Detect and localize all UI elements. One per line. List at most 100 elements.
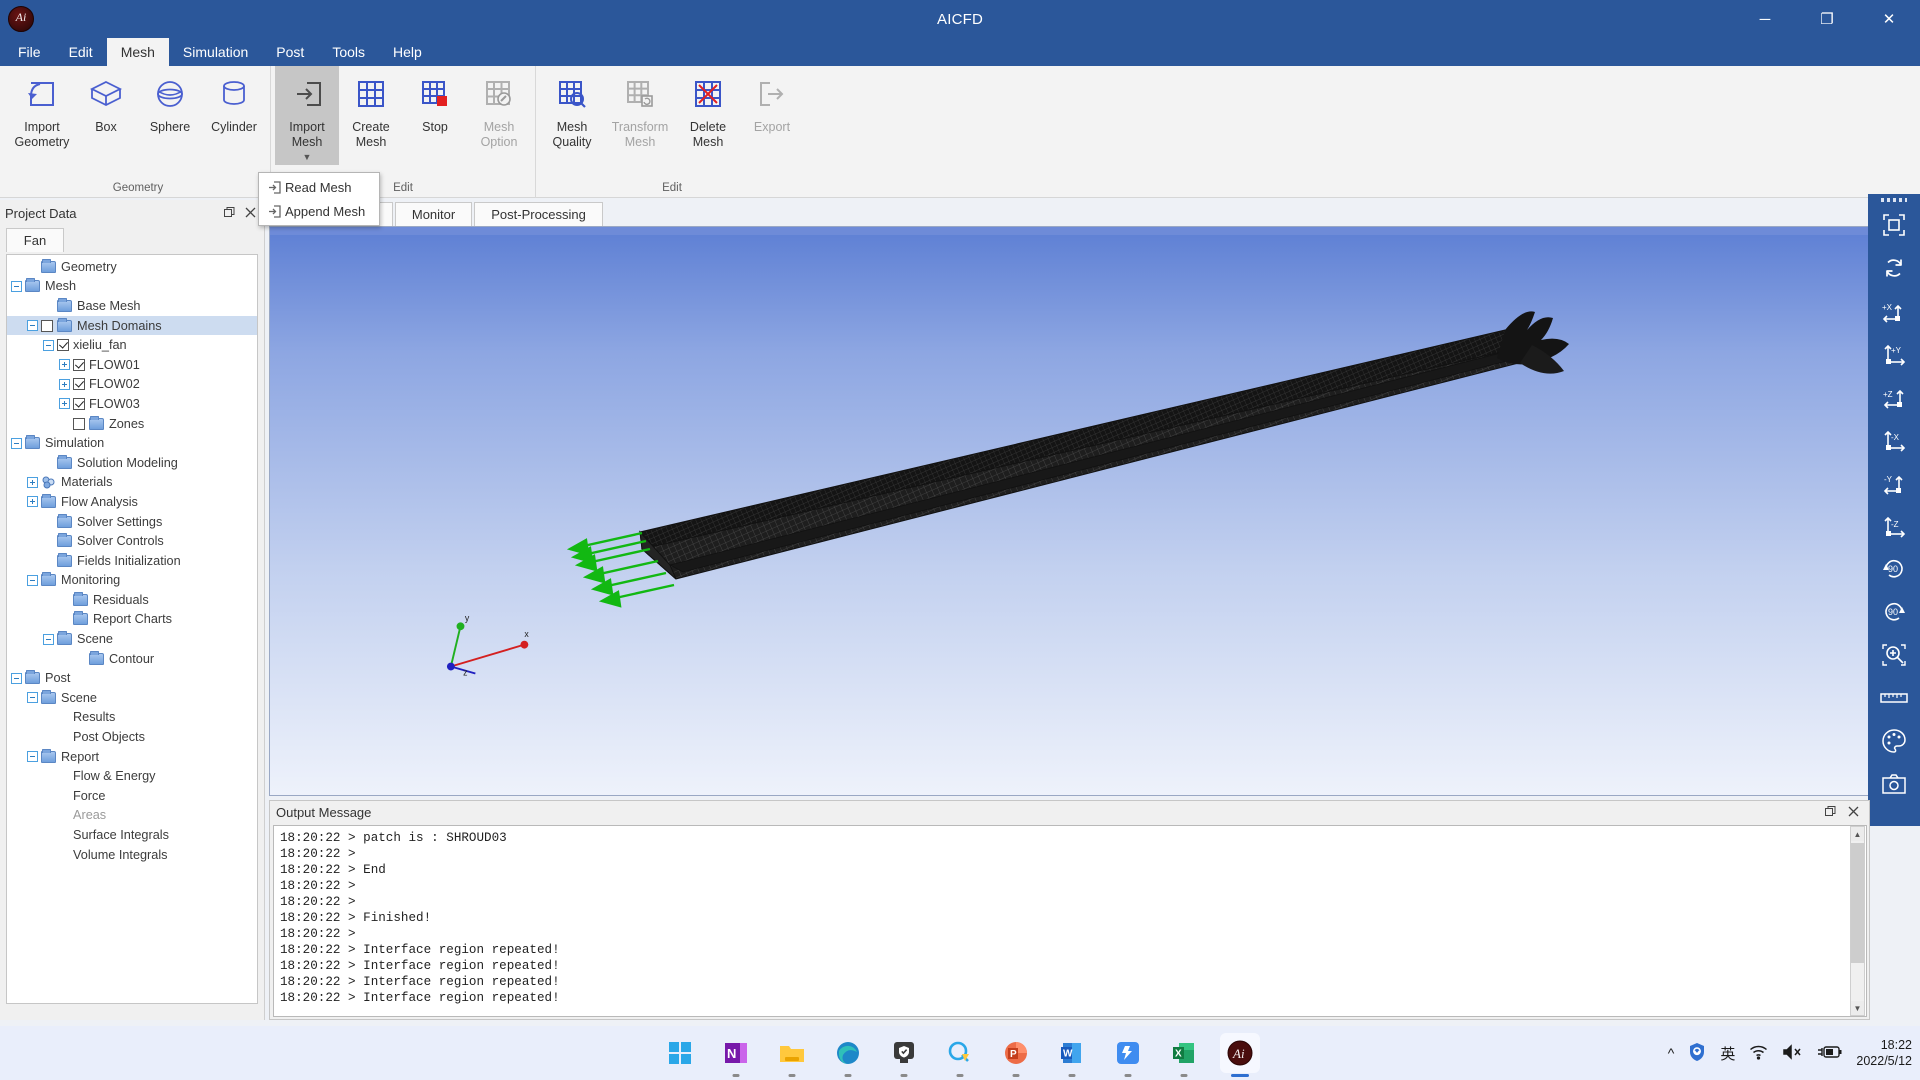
collapse-icon[interactable] [27, 751, 38, 763]
create-mesh-button[interactable]: Create Mesh [339, 66, 403, 160]
view-plus-x-icon[interactable]: +X [1877, 294, 1911, 328]
expand-icon[interactable] [59, 398, 70, 410]
view-minus-z-icon[interactable]: -Z [1877, 509, 1911, 543]
collapse-icon[interactable] [43, 633, 54, 645]
view-minus-x-icon[interactable]: -X [1877, 423, 1911, 457]
close-icon[interactable] [1848, 805, 1859, 820]
viewport-3d[interactable]: y x z [269, 226, 1870, 796]
expand-icon[interactable] [59, 378, 70, 390]
menu-post[interactable]: Post [262, 38, 318, 66]
powerpoint-icon[interactable]: P [996, 1033, 1036, 1077]
collapse-icon[interactable] [11, 280, 22, 292]
excel-icon[interactable]: X [1164, 1033, 1204, 1077]
ime-indicator[interactable]: 英 [1720, 1043, 1735, 1064]
security-shield-icon[interactable] [1688, 1042, 1706, 1065]
tree-checkbox[interactable] [73, 358, 85, 371]
tab-post-processing[interactable]: Post-Processing [474, 202, 603, 226]
rotate-90-cw-icon[interactable]: 90 [1877, 595, 1911, 629]
collapse-icon[interactable] [27, 574, 38, 586]
wps-icon[interactable] [1108, 1033, 1148, 1077]
tree-item-flow02[interactable]: FLOW02 [7, 375, 257, 395]
tree-item-post[interactable]: Post [7, 668, 257, 688]
chevron-down-icon[interactable]: ▼ [303, 150, 312, 165]
rotate-90-ccw-icon[interactable]: 90 [1877, 552, 1911, 586]
tree-item-report[interactable]: Report [7, 747, 257, 767]
tree-item-solver-controls[interactable]: Solver Controls [7, 531, 257, 551]
camera-icon[interactable] [1877, 767, 1911, 801]
minimize-button[interactable]: ─ [1734, 0, 1796, 38]
palette-icon[interactable] [1877, 724, 1911, 758]
zoom-box-icon[interactable] [1877, 638, 1911, 672]
battery-charging-icon[interactable] [1816, 1044, 1842, 1063]
tree-item-force[interactable]: Force [7, 786, 257, 806]
tree-checkbox[interactable] [73, 397, 85, 410]
volume-muted-icon[interactable] [1782, 1043, 1802, 1063]
scroll-up-arrow[interactable]: ▲ [1851, 827, 1864, 841]
collapse-icon[interactable] [27, 320, 38, 332]
start-icon[interactable] [660, 1033, 700, 1073]
tray-chevron-up-icon[interactable]: ^ [1668, 1045, 1675, 1061]
rotate-view-icon[interactable] [1877, 251, 1911, 285]
project-tree[interactable]: Geometry Mesh Base Mesh Mesh Domains xieliu_… [6, 254, 258, 1004]
menu-mesh[interactable]: Mesh [106, 38, 169, 66]
tree-checkbox[interactable] [73, 417, 85, 430]
tree-item-base-mesh[interactable]: Base Mesh [7, 296, 257, 316]
sphere-button[interactable]: Sphere [138, 66, 202, 160]
menu-item-append-mesh[interactable]: Append Mesh [259, 199, 379, 223]
tree-item-flow03[interactable]: FLOW03 [7, 394, 257, 414]
maximize-button[interactable]: ❐ [1796, 0, 1858, 38]
scroll-down-arrow[interactable]: ▼ [1851, 1001, 1864, 1015]
menu-tools[interactable]: Tools [318, 38, 379, 66]
tree-item-surface-integrals[interactable]: Surface Integrals [7, 825, 257, 845]
tree-checkbox[interactable] [41, 319, 53, 332]
tree-item-solution-modeling[interactable]: Solution Modeling [7, 453, 257, 473]
tab-monitor[interactable]: Monitor [394, 202, 473, 226]
fit-view-icon[interactable] [1877, 208, 1911, 242]
close-button[interactable]: ✕ [1858, 0, 1920, 38]
tree-item-contour[interactable]: Contour [7, 649, 257, 669]
collapse-icon[interactable] [27, 692, 38, 704]
collapse-icon[interactable] [11, 437, 22, 449]
scrollbar-thumb[interactable] [1851, 843, 1864, 963]
tree-item-report-charts[interactable]: Report Charts [7, 610, 257, 630]
ruler-icon[interactable] [1877, 681, 1911, 715]
tree-item-solver-settings[interactable]: Solver Settings [7, 512, 257, 532]
tree-item-simulation[interactable]: Simulation [7, 433, 257, 453]
qq-icon[interactable] [940, 1033, 980, 1077]
tree-item-flow-analysis[interactable]: Flow Analysis [7, 492, 257, 512]
project-tab-fan[interactable]: Fan [6, 228, 64, 252]
view-plus-y-icon[interactable]: +Y [1877, 337, 1911, 371]
tree-item-xieliu-fan[interactable]: xieliu_fan [7, 335, 257, 355]
export-mesh-button[interactable]: Export [740, 66, 804, 160]
tree-item-monitoring[interactable]: Monitoring [7, 571, 257, 591]
tree-item-zones[interactable]: Zones [7, 414, 257, 434]
toolbar-grip[interactable] [1881, 198, 1907, 202]
delete-mesh-button[interactable]: Delete Mesh [676, 66, 740, 160]
menu-edit[interactable]: Edit [55, 38, 107, 66]
collapse-icon[interactable] [11, 672, 22, 684]
security-icon[interactable] [884, 1033, 924, 1077]
cylinder-button[interactable]: Cylinder [202, 66, 266, 160]
tree-item-fields-initialization[interactable]: Fields Initialization [7, 551, 257, 571]
menu-simulation[interactable]: Simulation [169, 38, 262, 66]
tree-item-flow-energy[interactable]: Flow & Energy [7, 766, 257, 786]
tree-item-post-objects[interactable]: Post Objects [7, 727, 257, 747]
onenote-icon[interactable]: N [716, 1033, 756, 1077]
collapse-icon[interactable] [43, 339, 54, 351]
view-minus-y-icon[interactable]: -Y [1877, 466, 1911, 500]
transform-mesh-button[interactable]: Transform Mesh [604, 66, 676, 160]
file-explorer-icon[interactable] [772, 1033, 812, 1077]
aicfd-icon[interactable]: Ai [1220, 1033, 1260, 1077]
mesh-quality-button[interactable]: Mesh Quality [540, 66, 604, 160]
menu-help[interactable]: Help [379, 38, 436, 66]
expand-icon[interactable] [27, 496, 38, 508]
output-scrollbar[interactable]: ▲ ▼ [1850, 826, 1865, 1016]
menu-file[interactable]: File [4, 38, 55, 66]
stop-mesh-button[interactable]: Stop [403, 66, 467, 160]
expand-icon[interactable] [59, 359, 70, 371]
edge-icon[interactable] [828, 1033, 868, 1077]
mesh-option-button[interactable]: Mesh Option [467, 66, 531, 160]
tree-item-flow01[interactable]: FLOW01 [7, 355, 257, 375]
clock[interactable]: 18:22 2022/5/12 [1856, 1037, 1912, 1069]
tree-checkbox[interactable] [73, 378, 85, 391]
